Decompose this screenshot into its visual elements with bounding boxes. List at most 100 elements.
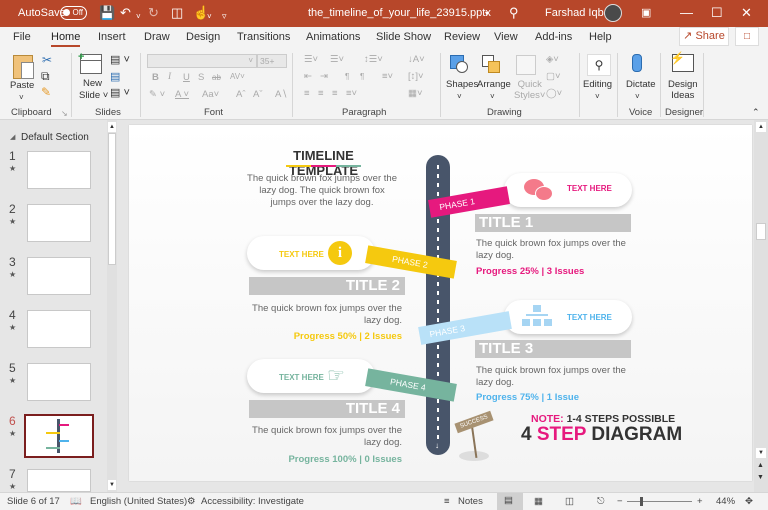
reset-icon[interactable]: ▤ <box>110 72 120 83</box>
design-ideas-button[interactable]: Design Ideas <box>668 79 698 101</box>
paste-button[interactable]: Paste <box>10 80 34 91</box>
comments-button[interactable]: □ <box>735 27 759 46</box>
char-spacing-button[interactable]: AV˅ <box>230 71 245 82</box>
touch-dropdown-icon[interactable]: ˅ <box>207 9 212 25</box>
undo-dropdown-icon[interactable]: ˅ <box>136 9 141 25</box>
slide-thumbnail-6[interactable] <box>24 414 94 458</box>
font-color-button[interactable]: A ˅ <box>175 89 189 100</box>
accessibility-icon[interactable]: ⚙ <box>187 496 196 507</box>
shape-effects-button[interactable]: ◯˅ <box>546 88 562 99</box>
slide-thumbnail-5[interactable] <box>27 363 91 401</box>
zoom-slider-thumb[interactable] <box>640 497 643 506</box>
maximize-icon[interactable]: ☐ <box>711 5 723 21</box>
text-direction-button[interactable]: ↓A˅ <box>408 54 425 65</box>
spell-check-icon[interactable]: 📖 <box>70 496 82 507</box>
tab-view[interactable]: View <box>494 31 518 43</box>
clear-formatting-button[interactable]: A∖ <box>275 89 287 100</box>
normal-view-button[interactable]: ▤ <box>497 493 523 510</box>
language-indicator[interactable]: English (United States) <box>90 496 187 507</box>
notes-icon[interactable]: ≡ <box>444 496 450 507</box>
center-button[interactable]: ≡ <box>318 88 324 99</box>
slide-thumbnail-1[interactable] <box>27 151 91 189</box>
shadow-button[interactable]: S <box>198 72 204 83</box>
next-slide-icon[interactable]: ▼ <box>757 474 764 481</box>
zoom-out-button[interactable]: − <box>617 496 623 507</box>
file-name[interactable]: the_timeline_of_your_life_23915.pptx <box>308 7 491 19</box>
new-slide-label[interactable]: New <box>83 78 102 89</box>
tab-insert[interactable]: Insert <box>98 31 126 43</box>
scroll-down-icon[interactable]: ▼ <box>108 480 116 490</box>
change-case-button[interactable]: Aa˅ <box>202 89 219 100</box>
arrange-icon[interactable] <box>482 55 500 73</box>
font-size-dropdown[interactable]: 35+ <box>257 54 287 68</box>
shapes-button[interactable]: Shapes <box>446 79 478 90</box>
undo-icon[interactable]: ↶ <box>120 5 131 21</box>
thumbnails-scrollbar[interactable]: ▲ ▼ <box>107 120 117 492</box>
zoom-level[interactable]: 44% <box>716 496 735 507</box>
smartart-button[interactable]: ▦˅ <box>408 88 423 99</box>
editing-search-icon[interactable]: ⚲ <box>587 54 611 76</box>
design-ideas-icon[interactable]: ⚡ <box>670 52 694 72</box>
underline-button[interactable]: U <box>183 72 190 83</box>
scroll-up-icon[interactable]: ▲ <box>108 122 116 132</box>
arrange-button[interactable]: Arrange <box>477 79 511 90</box>
grow-font-button[interactable]: Aˆ <box>236 89 246 100</box>
numbering-button[interactable]: ☰˅ <box>330 54 344 65</box>
avatar[interactable] <box>604 4 622 22</box>
font-name-dropdown[interactable]: ˅ <box>147 54 257 68</box>
autosave-toggle[interactable]: Off <box>60 6 87 20</box>
decrease-indent-button[interactable]: ⇤ <box>304 71 312 82</box>
increase-indent-button[interactable]: ⇥ <box>320 71 328 82</box>
tab-transitions[interactable]: Transitions <box>237 31 290 43</box>
tab-file[interactable]: File <box>13 31 31 43</box>
tab-help[interactable]: Help <box>589 31 612 43</box>
scrollbar-thumb[interactable] <box>756 223 766 240</box>
slide-thumbnail-3[interactable] <box>27 257 91 295</box>
slide-thumbnail-2[interactable] <box>27 204 91 242</box>
slide-scrollbar[interactable]: ▲ ▼ ▲ ▼ <box>754 120 768 492</box>
section-collapse-icon[interactable]: ◢ <box>10 133 15 141</box>
shapes-icon[interactable] <box>450 55 468 73</box>
collapse-ribbon-icon[interactable]: ⌃ <box>752 107 760 118</box>
customize-toolbar-icon[interactable]: ▿ <box>222 8 227 24</box>
save-icon[interactable]: 💾 <box>99 5 115 21</box>
scroll-down-icon[interactable]: ▼ <box>756 448 766 458</box>
tab-design[interactable]: Design <box>186 31 220 43</box>
user-name[interactable]: Farshad Iqbal <box>545 7 612 19</box>
previous-slide-icon[interactable]: ▲ <box>757 462 764 469</box>
search-icon[interactable]: ⚲ <box>509 5 519 21</box>
tab-review[interactable]: Review <box>444 31 480 43</box>
align-right-button[interactable]: ≡ <box>332 88 338 99</box>
section-icon[interactable]: ▤ ˅ <box>110 88 130 99</box>
filename-dropdown-icon[interactable]: ▾ <box>485 9 489 18</box>
notes-button[interactable]: Notes <box>458 496 483 507</box>
reading-view-button[interactable]: ◫ <box>565 496 574 507</box>
layout-icon[interactable]: ▤ ˅ <box>110 55 130 66</box>
shape-fill-button[interactable]: ◈˅ <box>546 54 559 65</box>
paste-icon[interactable] <box>13 55 34 79</box>
accessibility-status[interactable]: Accessibility: Investigate <box>201 496 304 507</box>
close-icon[interactable]: ✕ <box>741 5 752 21</box>
ribbon-display-icon[interactable]: ▣ <box>641 5 651 21</box>
justify-button[interactable]: ≡˅ <box>346 88 357 99</box>
cut-icon[interactable]: ✂ <box>42 54 52 66</box>
format-painter-icon[interactable]: ✎ <box>41 86 51 98</box>
new-slide-dropdown[interactable]: Slide ˅ <box>79 90 108 101</box>
slideshow-button[interactable]: ⎋ <box>597 496 605 507</box>
columns-button[interactable]: ≡˅ <box>382 71 393 82</box>
align-left-button[interactable]: ≡ <box>304 88 310 99</box>
strikethrough-button[interactable]: ab <box>212 72 221 83</box>
slide-thumbnail-7[interactable] <box>27 469 91 492</box>
tab-slide-show[interactable]: Slide Show <box>376 31 431 43</box>
paste-dropdown-icon[interactable]: ˅ <box>19 92 24 103</box>
clipboard-launcher-icon[interactable]: ↘ <box>61 108 68 119</box>
slide-sorter-button[interactable]: ▦ <box>534 496 543 507</box>
line-spacing-button[interactable]: ↕☰˅ <box>364 54 383 65</box>
zoom-in-button[interactable]: + <box>697 496 703 507</box>
quick-styles-button[interactable]: Quick Styles˅ <box>514 79 545 101</box>
scroll-up-icon[interactable]: ▲ <box>756 122 766 132</box>
quick-styles-icon[interactable] <box>516 55 536 75</box>
copy-icon[interactable]: ⧉ <box>41 70 50 82</box>
fit-to-window-icon[interactable]: ✥ <box>745 496 753 507</box>
minimize-icon[interactable]: — <box>680 5 693 21</box>
